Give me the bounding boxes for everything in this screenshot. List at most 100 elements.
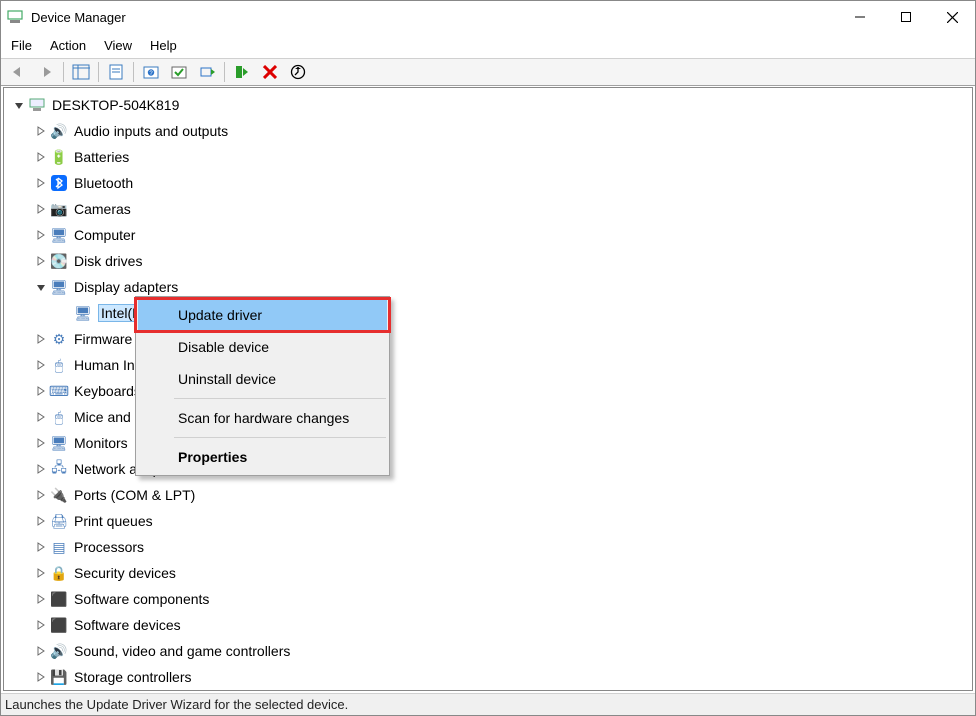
display-icon: 🖥: [50, 278, 68, 296]
ports-icon: 🔌: [50, 486, 68, 504]
tree-category[interactable]: 🔋Batteries: [6, 144, 972, 170]
context-menu-item[interactable]: Scan for hardware changes: [138, 402, 387, 434]
tree-category-label: Ports (COM & LPT): [74, 487, 195, 503]
context-menu-item[interactable]: Disable device: [138, 331, 387, 363]
expander-icon[interactable]: [34, 514, 48, 528]
expander-icon[interactable]: [34, 332, 48, 346]
expander-icon[interactable]: [34, 176, 48, 190]
tree-category-label: Storage controllers: [74, 669, 192, 685]
software-icon: ⬛: [50, 616, 68, 634]
minimize-button[interactable]: [837, 1, 883, 33]
tree-category[interactable]: 🖥System devices: [6, 690, 972, 691]
expander-icon[interactable]: [34, 254, 48, 268]
status-text: Launches the Update Driver Wizard for th…: [5, 697, 348, 712]
expander-icon[interactable]: [34, 202, 48, 216]
context-menu-item[interactable]: Properties: [138, 441, 387, 473]
close-button[interactable]: [929, 1, 975, 33]
tree-root-label: DESKTOP-504K819: [52, 97, 179, 113]
scan-hardware-button[interactable]: [166, 60, 192, 84]
expander-icon[interactable]: [34, 462, 48, 476]
status-bar: Launches the Update Driver Wizard for th…: [1, 693, 975, 715]
tree-category[interactable]: 🔌 Ports (COM & LPT): [6, 482, 972, 508]
tree-category[interactable]: Bluetooth: [6, 170, 972, 196]
tree-category[interactable]: 💾Storage controllers: [6, 664, 972, 690]
menu-file[interactable]: File: [11, 38, 32, 53]
show-hide-tree-button[interactable]: [68, 60, 94, 84]
menu-help[interactable]: Help: [150, 38, 177, 53]
computer-icon: 🖥: [50, 226, 68, 244]
tree-category[interactable]: 🖥 Computer: [6, 222, 972, 248]
mouse-icon: 🖱: [50, 408, 68, 426]
context-menu-separator: [174, 398, 386, 399]
tree-category-label: Monitors: [74, 435, 128, 451]
properties-button[interactable]: [103, 60, 129, 84]
context-menu-item-label: Update driver: [178, 307, 262, 323]
tree-category-label: Audio inputs and outputs: [74, 123, 228, 139]
expander-icon[interactable]: [34, 592, 48, 606]
title-bar: Device Manager: [1, 1, 975, 33]
expander-icon[interactable]: [34, 540, 48, 554]
tree-category[interactable]: 🔊Sound, video and game controllers: [6, 638, 972, 664]
tree-category[interactable]: 🖨Print queues: [6, 508, 972, 534]
expander-icon[interactable]: [34, 150, 48, 164]
context-menu-item-label: Disable device: [178, 339, 269, 355]
firmware-icon: ⚙: [50, 330, 68, 348]
expander-icon[interactable]: [34, 124, 48, 138]
cpu-icon: ▤: [50, 538, 68, 556]
expander-icon[interactable]: [34, 566, 48, 580]
help-button[interactable]: ?: [138, 60, 164, 84]
expander-icon[interactable]: [34, 488, 48, 502]
tree-category-label: Print queues: [74, 513, 153, 529]
network-icon: 🖧: [50, 460, 68, 478]
tree-category-label: Software components: [74, 591, 209, 607]
scan-button[interactable]: [285, 60, 311, 84]
tree-category[interactable]: 🔊Audio inputs and outputs: [6, 118, 972, 144]
tree-category-label: Firmware: [74, 331, 132, 347]
context-menu-item[interactable]: Update driver: [138, 299, 387, 331]
expander-icon[interactable]: [12, 98, 26, 112]
disk-icon: 💽: [50, 252, 68, 270]
expander-icon[interactable]: [34, 384, 48, 398]
tree-category[interactable]: ⬛Software components: [6, 586, 972, 612]
keyboard-icon: ⌨: [50, 382, 68, 400]
tree-category[interactable]: ⬛ Software devices: [6, 612, 972, 638]
enable-device-button[interactable]: [229, 60, 255, 84]
tree-category-label: Processors: [74, 539, 144, 555]
tree-category[interactable]: 💽Disk drives: [6, 248, 972, 274]
pc-root-icon: [28, 96, 46, 114]
hid-icon: 🖱: [50, 356, 68, 374]
context-menu-item-label: Properties: [178, 449, 247, 465]
window-title: Device Manager: [31, 10, 837, 25]
tree-category-label: Batteries: [74, 149, 129, 165]
expander-icon[interactable]: [34, 670, 48, 684]
expander-icon[interactable]: [34, 358, 48, 372]
expander-icon[interactable]: [34, 280, 48, 294]
back-button[interactable]: [5, 60, 31, 84]
tree-category-label: Software devices: [74, 617, 181, 633]
expander-icon[interactable]: [34, 228, 48, 242]
update-driver-toolbar-button[interactable]: [194, 60, 220, 84]
forward-button[interactable]: [33, 60, 59, 84]
maximize-button[interactable]: [883, 1, 929, 33]
menu-action[interactable]: Action: [50, 38, 86, 53]
context-menu-item[interactable]: Uninstall device: [138, 363, 387, 395]
expander-icon[interactable]: [34, 410, 48, 424]
menu-view[interactable]: View: [104, 38, 132, 53]
tree-category[interactable]: 📷Cameras: [6, 196, 972, 222]
tree-category[interactable]: 🔒Security devices: [6, 560, 972, 586]
tree-category-label: Display adapters: [74, 279, 178, 295]
expander-icon[interactable]: [34, 618, 48, 632]
camera-icon: 📷: [50, 200, 68, 218]
display-icon: 🖥: [74, 304, 92, 322]
tree-category[interactable]: ▤ Processors: [6, 534, 972, 560]
context-menu-item-label: Uninstall device: [178, 371, 276, 387]
expander-icon[interactable]: [34, 436, 48, 450]
security-icon: 🔒: [50, 564, 68, 582]
tree-root[interactable]: DESKTOP-504K819: [6, 92, 972, 118]
expander-icon[interactable]: [34, 644, 48, 658]
uninstall-device-button[interactable]: [257, 60, 283, 84]
context-menu-separator: [174, 437, 386, 438]
app-icon: [7, 9, 23, 25]
tree-category-label: Computer: [74, 227, 135, 243]
tree-category-label: Keyboards: [74, 383, 141, 399]
